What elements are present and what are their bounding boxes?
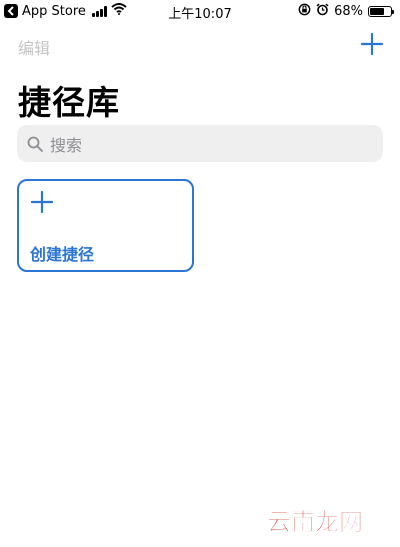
- plus-icon: [360, 32, 384, 56]
- status-bar-right: 68%: [298, 3, 394, 20]
- add-button[interactable]: [360, 32, 384, 56]
- create-shortcut-label: 创建捷径: [30, 245, 95, 264]
- search-icon: [27, 136, 43, 152]
- edit-button[interactable]: 编辑: [18, 35, 50, 59]
- search-input[interactable]: 搜索: [17, 125, 383, 162]
- status-bar: App Store 上午10:07 68%: [0, 0, 400, 24]
- battery-percent: 68%: [334, 4, 363, 19]
- watermark-logo: 云南龙网: [266, 505, 364, 537]
- orientation-lock-icon: [298, 3, 311, 20]
- page-title: 捷径库: [18, 83, 120, 122]
- battery-fill: [370, 8, 384, 15]
- svg-text:云南龙网: 云南龙网: [267, 508, 363, 536]
- battery-icon: [368, 6, 394, 17]
- create-shortcut-card[interactable]: 创建捷径: [17, 179, 194, 272]
- search-placeholder: 搜索: [50, 135, 83, 155]
- alarm-icon: [316, 3, 329, 20]
- plus-icon: [31, 191, 53, 213]
